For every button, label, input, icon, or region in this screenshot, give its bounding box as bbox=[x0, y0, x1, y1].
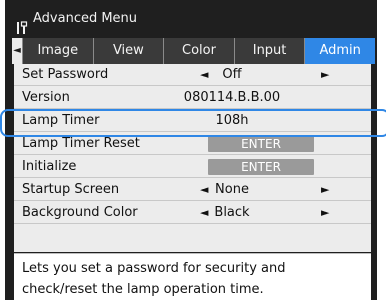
tab-color[interactable]: Color bbox=[163, 38, 234, 64]
menu-title-bar: Advanced Menu bbox=[5, 0, 377, 38]
tab-view[interactable]: View bbox=[92, 38, 164, 64]
help-text-line: Lets you set a password for security and bbox=[22, 261, 286, 276]
help-text-panel: Lets you set a password for security and… bbox=[14, 253, 371, 300]
menu-title: Advanced Menu bbox=[33, 11, 138, 26]
selection-highlight bbox=[0, 109, 386, 137]
setting-value: Black bbox=[214, 205, 250, 220]
setting-value: Off bbox=[222, 67, 242, 82]
setting-row-startup-screen[interactable]: Startup Screen ◄ None ► bbox=[14, 179, 371, 201]
setting-label: Version bbox=[22, 90, 70, 105]
tab-bar: ◄ Image View Color Input Admin bbox=[12, 38, 375, 64]
setting-row-background-color[interactable]: Background Color ◄ Black ► bbox=[14, 202, 371, 224]
setting-value: None bbox=[215, 182, 249, 197]
tab-input[interactable]: Input bbox=[233, 38, 305, 64]
setting-row-set-password[interactable]: Set Password ◄ Off ► bbox=[14, 64, 371, 86]
tab-image[interactable]: Image bbox=[22, 38, 93, 64]
setting-label: Startup Screen bbox=[22, 182, 120, 197]
setting-value: 080114.B.B.00 bbox=[183, 90, 281, 105]
initialize-enter-button[interactable]: ENTER bbox=[208, 159, 314, 175]
arrow-right-icon[interactable]: ► bbox=[321, 179, 329, 201]
setting-label: Set Password bbox=[22, 67, 109, 82]
help-text-line: check/reset the lamp operation time. bbox=[22, 282, 264, 297]
setting-row-version: Version 080114.B.B.00 bbox=[14, 87, 371, 109]
tools-icon bbox=[15, 13, 29, 34]
setting-row-initialize[interactable]: Initialize ENTER bbox=[14, 156, 371, 178]
arrow-right-icon[interactable]: ► bbox=[321, 64, 329, 86]
arrow-right-icon[interactable]: ► bbox=[321, 202, 329, 224]
tab-scroll-left-icon[interactable]: ◄ bbox=[12, 38, 22, 64]
setting-label: Background Color bbox=[22, 205, 138, 220]
lamp-timer-reset-enter-button[interactable]: ENTER bbox=[208, 136, 314, 152]
settings-list: Set Password ◄ Off ► Version 080114.B.B.… bbox=[14, 64, 371, 252]
setting-label: Initialize bbox=[22, 159, 77, 174]
tab-admin[interactable]: Admin bbox=[304, 38, 375, 64]
